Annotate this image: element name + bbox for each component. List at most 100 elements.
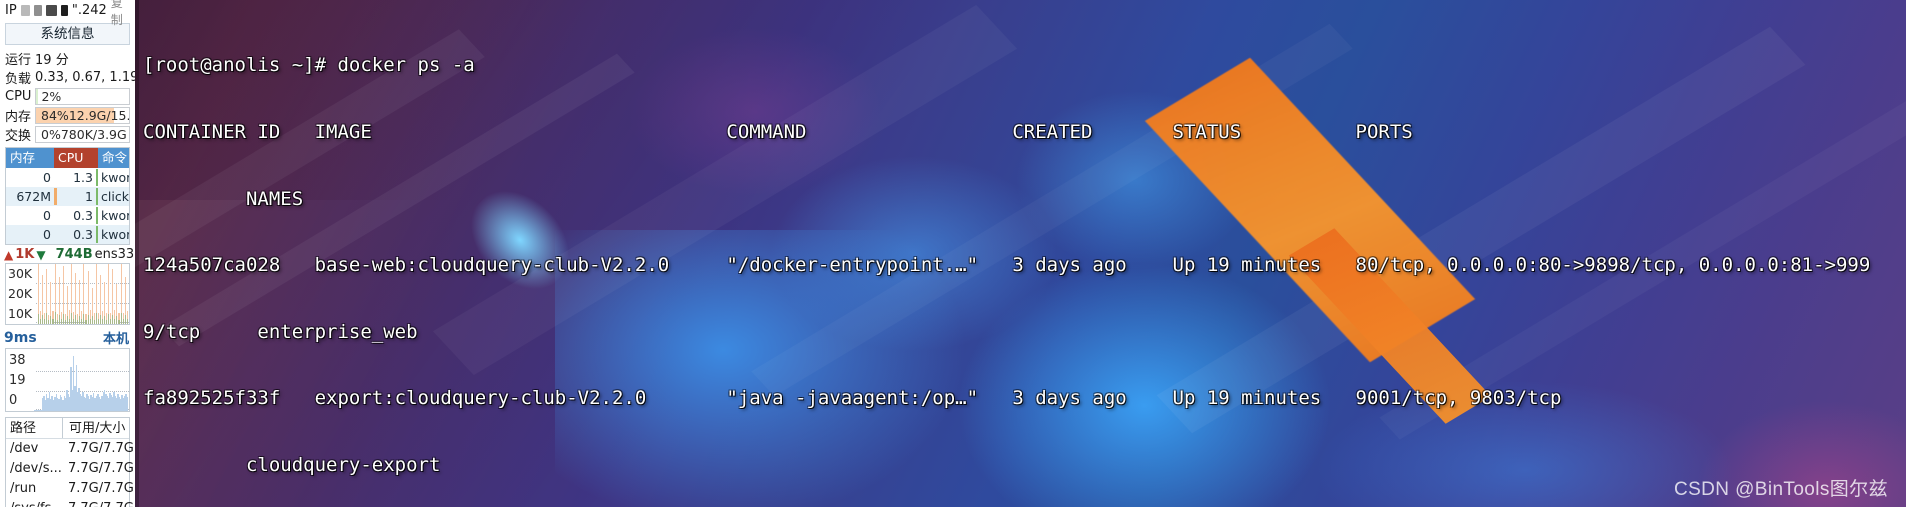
network-bar — [93, 313, 95, 324]
table-row: /run 7.7G/7.7G — [6, 479, 134, 499]
load-row: 负载 0.33, 0.67, 1.19 — [0, 68, 135, 87]
network-bar — [46, 269, 48, 324]
network-bar — [71, 264, 73, 324]
ping-bar — [126, 397, 129, 411]
ping-host[interactable]: 本机 — [103, 328, 129, 347]
terminal-header-line: CONTAINER ID IMAGE COMMAND CREATED STATU… — [143, 121, 1413, 143]
memory-percent: 84% — [41, 108, 69, 123]
process-col-memory[interactable]: 内存 — [6, 148, 54, 168]
table-row: 0 0.3 kworker+ — [6, 206, 129, 225]
network-bar — [124, 277, 126, 324]
table-row: 672M 1 clickho+ — [6, 187, 129, 206]
ip-suffix: ".242 — [71, 3, 107, 18]
process-cpu: 1 — [85, 189, 93, 204]
process-command: kworker+ — [101, 227, 129, 242]
terminal-edge — [135, 0, 139, 507]
process-col-command[interactable]: 命令 — [98, 148, 129, 168]
load-value: 0.33, 0.67, 1.19 — [35, 70, 135, 85]
network-bar — [83, 264, 85, 324]
terminal-output[interactable]: [root@anolis ~]# docker ps -a CONTAINER … — [135, 0, 1906, 507]
terminal-window[interactable]: [root@anolis ~]# docker ps -a CONTAINER … — [135, 0, 1906, 507]
uptime-label: 运行 — [5, 53, 32, 68]
screen: IP ".242 复制 系统信息 运行 19 分 负载 0.33, 0.67, … — [0, 0, 1906, 507]
network-bar — [85, 314, 87, 324]
network-bar — [89, 310, 91, 324]
network-bar — [110, 313, 112, 324]
network-bar — [106, 313, 108, 324]
network-bar — [116, 284, 118, 324]
process-command: kworker+ — [101, 208, 129, 223]
terminal-line: cloudquery-export — [143, 453, 441, 476]
swap-detail: 780K/3.9G — [60, 127, 127, 142]
disk-table: 路径 可用/大小 /dev 7.7G/7.7G /dev/s... 7.7G/7… — [5, 417, 134, 507]
process-command: kworker+ — [101, 170, 129, 185]
network-bar — [114, 310, 116, 324]
swap-percent: 0% — [41, 127, 61, 142]
network-ytick: 20K — [8, 286, 33, 301]
network-bar — [64, 314, 66, 324]
swap-row: 交换 0% 780K/3.9G — [0, 125, 135, 144]
disk-path: /dev — [10, 441, 39, 456]
cpu-percent: 2% — [41, 89, 62, 104]
network-bar — [44, 313, 46, 324]
network-ytick: 10K — [8, 306, 33, 321]
table-row: 0 0.3 kworker+ — [6, 225, 129, 244]
network-bar — [126, 311, 128, 324]
uptime-value: 19 分 — [35, 53, 69, 68]
disk-size: 7.7G/7.7G — [68, 499, 135, 507]
ping-ytick: 0 — [9, 393, 18, 408]
network-download-rate: 744B — [55, 247, 93, 262]
cpu-meter: 2% — [35, 88, 130, 105]
network-bar — [112, 269, 114, 324]
process-col-cpu[interactable]: CPU — [54, 148, 98, 168]
network-bar — [77, 314, 79, 324]
memory-meter: 84% 12.9G/15.3G — [35, 107, 130, 124]
network-bar — [108, 264, 110, 324]
watermark: CSDN @BinTools图尔兹 — [1673, 479, 1888, 500]
ping-chart-axis: 38 19 0 — [9, 351, 26, 411]
disk-table-header: 路径 可用/大小 — [6, 418, 129, 439]
network-bar — [52, 311, 54, 324]
ip-redaction-block — [46, 5, 57, 16]
network-upload-rate: 1K — [15, 247, 35, 262]
process-memory: 0 — [43, 170, 51, 185]
table-row: /dev 7.7G/7.7G — [6, 439, 134, 459]
load-label: 负载 — [5, 72, 32, 87]
ping-ytick: 38 — [9, 353, 26, 368]
network-header: ▲ 1K ▼ 744B ens33▼ — [0, 245, 135, 263]
network-chart: 30K 20K 10K — [5, 263, 130, 325]
network-bar — [40, 311, 42, 324]
cpu-row: CPU 2% — [0, 87, 135, 106]
network-bar — [42, 275, 44, 324]
ip-label: IP — [5, 3, 17, 18]
network-bar — [91, 288, 93, 324]
disk-path: /sys/fs... — [6, 499, 68, 507]
swap-label: 交换 — [5, 129, 32, 144]
disk-col-size: 可用/大小 — [62, 418, 129, 438]
system-monitor-sidebar: IP ".242 复制 系统信息 运行 19 分 负载 0.33, 0.67, … — [0, 0, 135, 507]
download-arrow-icon: ▼ — [36, 247, 46, 262]
process-command: clickho+ — [101, 189, 129, 204]
ping-chart-bars — [34, 353, 129, 411]
network-bar — [120, 264, 122, 324]
network-bar — [95, 264, 97, 324]
ip-redaction-block — [60, 5, 68, 16]
network-bar — [58, 277, 60, 324]
disk-path: /dev/s... — [10, 461, 62, 476]
copy-ip-button[interactable]: 复制 — [111, 0, 130, 28]
network-bar — [87, 271, 89, 324]
disk-size: 7.7G/7.7G — [68, 461, 134, 476]
terminal-prompt-line: [root@anolis ~]# docker ps -a — [143, 54, 475, 77]
network-interface-selector[interactable]: ens33▼ — [95, 247, 135, 262]
terminal-header-line-2: NAMES — [143, 187, 304, 210]
memory-row: 内存 84% 12.9G/15.3G — [0, 106, 135, 125]
disk-size: 7.7G/7.7G — [68, 481, 134, 496]
network-chart-bars — [38, 264, 128, 324]
process-cpu: 0.3 — [73, 227, 93, 242]
network-bar — [50, 282, 52, 324]
terminal-line: 124a507ca028 base-web:cloudquery-club-V2… — [143, 254, 1871, 277]
ping-header: 9ms 本机 — [0, 325, 135, 348]
table-row: 0 1.3 kworker+ — [6, 168, 129, 187]
ip-row: IP ".242 复制 — [0, 0, 135, 27]
table-row: /sys/fs... 7.7G/7.7G — [6, 499, 134, 507]
